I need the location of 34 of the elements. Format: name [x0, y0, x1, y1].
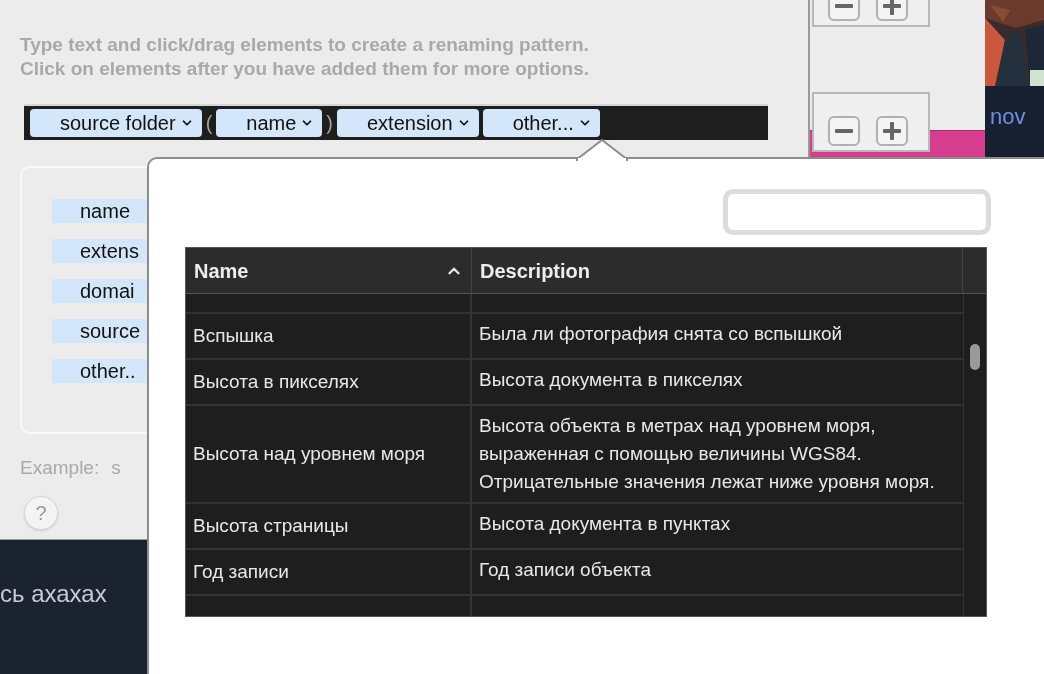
pattern-token[interactable]: other...: [482, 109, 600, 137]
pattern-token[interactable]: source folder: [30, 109, 202, 137]
minus-button[interactable]: [828, 116, 860, 146]
message-text: сь ахахах: [0, 579, 107, 609]
instruction-text: Click on elements after you have added them for more options.: [20, 57, 590, 81]
table-cell-text: Была ли фотография снята со вспышкой: [478, 322, 844, 346]
plus-button[interactable]: [876, 116, 908, 146]
plus-icon: [883, 122, 901, 140]
example-value: s: [111, 456, 121, 480]
example-label: Example:: [20, 456, 100, 480]
table-cell: Вспышка: [186, 314, 472, 358]
table-cell: Высота страницы: [186, 504, 472, 548]
column-header[interactable]: Name: [186, 248, 472, 293]
plus-button[interactable]: [876, 0, 908, 21]
pattern-token[interactable]: name: [216, 109, 323, 137]
pattern-text: ): [326, 111, 333, 136]
table-cell-text: Высота документа в пикселях: [478, 368, 744, 392]
side-text: nov: [990, 103, 1026, 131]
minus-button[interactable]: [828, 0, 860, 21]
minus-icon: [835, 4, 853, 8]
table-cell-text: Высота объекта в метрах над уровнем моря, выраженная с помощью величины WGS84. Отрицательные значения лежат ниже уровня моря.: [478, 414, 936, 494]
plus-icon: [883, 0, 901, 15]
table-cell-text: Год записи объекта: [478, 558, 652, 582]
table-cell: Год записи: [186, 550, 472, 594]
pattern-text: (: [205, 111, 213, 136]
instruction-text: Type text and click/drag elements to create a renaming pattern.: [20, 33, 590, 57]
pattern-token[interactable]: extension: [337, 109, 479, 137]
table-cell: Высота над уровнем моря: [186, 406, 472, 502]
search-field[interactable]: [723, 189, 991, 235]
table-cell-text: Высота документа в пунктах: [478, 512, 732, 536]
minus-icon: [835, 129, 853, 133]
column-header[interactable]: Description: [472, 248, 963, 293]
table-cell: Высота в пикселях: [186, 360, 472, 404]
pattern-field[interactable]: source folder ( name ) extension other...: [24, 104, 768, 140]
